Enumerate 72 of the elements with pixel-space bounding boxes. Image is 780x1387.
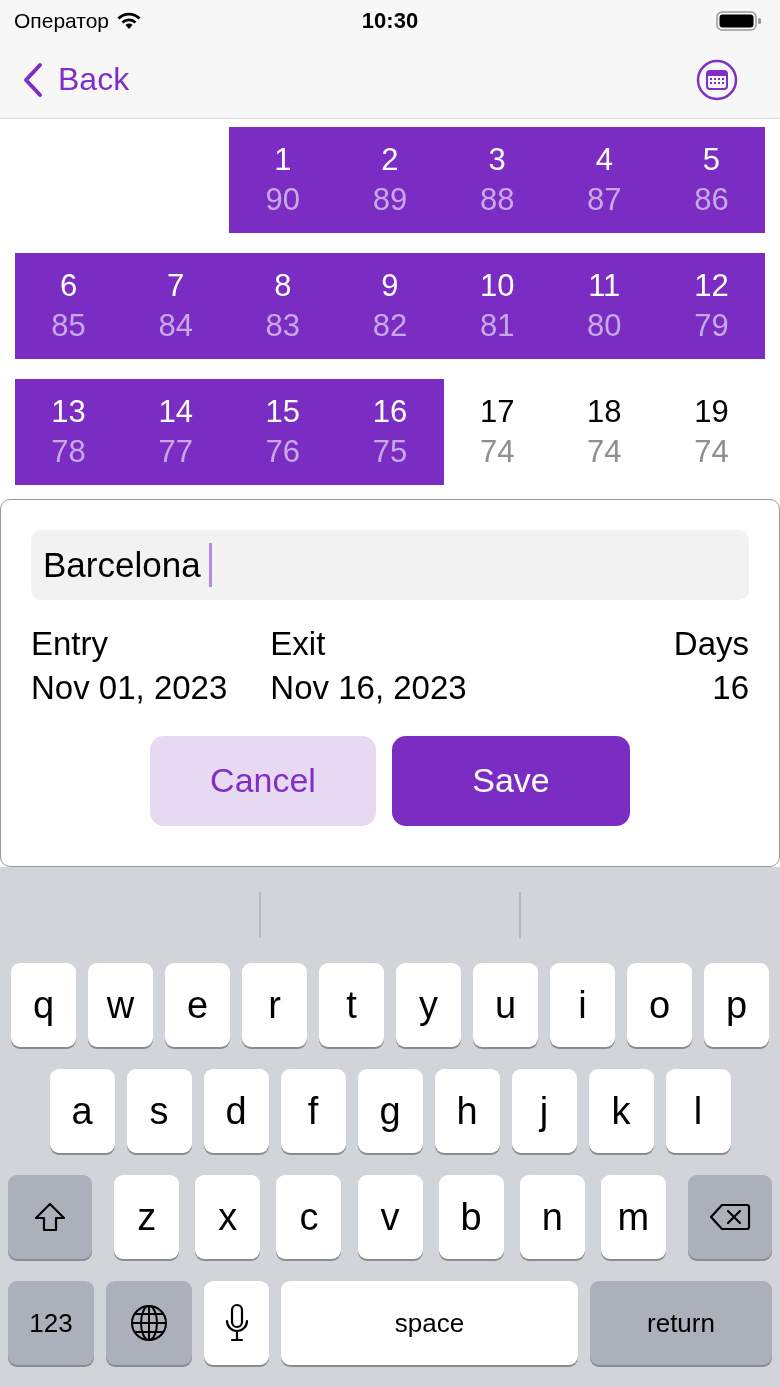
calendar-icon[interactable] bbox=[696, 58, 738, 101]
calendar-day[interactable]: 13 78 bbox=[15, 378, 123, 485]
letter-key[interactable]: o bbox=[627, 963, 692, 1047]
calendar-day[interactable]: 16 75 bbox=[336, 378, 444, 485]
letter-key[interactable]: k bbox=[588, 1069, 654, 1153]
globe-icon bbox=[130, 1304, 168, 1342]
letter-key[interactable]: d bbox=[203, 1069, 269, 1153]
letter-key[interactable]: y bbox=[396, 963, 461, 1047]
calendar-day[interactable]: 1 90 bbox=[229, 126, 337, 233]
delete-key[interactable] bbox=[688, 1175, 772, 1259]
letter-key[interactable]: x bbox=[195, 1175, 261, 1259]
calendar-day[interactable]: 4 87 bbox=[550, 126, 658, 233]
letter-key[interactable]: t bbox=[319, 963, 384, 1047]
letter-key[interactable]: f bbox=[280, 1069, 346, 1153]
carrier-name: Оператор bbox=[14, 8, 110, 33]
letter-key[interactable]: r bbox=[242, 963, 307, 1047]
wifi-icon bbox=[117, 11, 142, 30]
entry-label: Entry bbox=[31, 623, 110, 664]
letter-key[interactable]: h bbox=[434, 1069, 500, 1153]
letter-key[interactable]: q bbox=[11, 963, 76, 1047]
calendar-day[interactable]: 14 77 bbox=[122, 378, 230, 485]
numbers-key[interactable]: 123 bbox=[8, 1281, 94, 1365]
days-label: Days bbox=[673, 623, 749, 664]
shift-key[interactable] bbox=[8, 1175, 92, 1259]
calendar-day[interactable]: 12 79 bbox=[657, 252, 765, 359]
letter-key[interactable]: p bbox=[704, 963, 769, 1047]
delete-icon bbox=[709, 1202, 751, 1232]
calendar-day[interactable]: 19 74 bbox=[657, 378, 765, 485]
letter-key[interactable]: g bbox=[357, 1069, 423, 1153]
days-count: 16 bbox=[712, 667, 749, 708]
calendar-day[interactable]: 6 85 bbox=[15, 252, 123, 359]
letter-key[interactable]: v bbox=[357, 1175, 423, 1259]
letter-key[interactable]: b bbox=[438, 1175, 504, 1259]
letter-key[interactable]: e bbox=[165, 963, 230, 1047]
back-button[interactable]: Back bbox=[22, 61, 130, 99]
shift-icon bbox=[33, 1201, 67, 1233]
place-input-field[interactable]: Barcelona bbox=[31, 529, 749, 600]
calendar-day[interactable]: 11 80 bbox=[550, 252, 658, 359]
exit-date[interactable]: Nov 16, 2023 bbox=[270, 665, 558, 710]
calendar-day[interactable]: 18 74 bbox=[550, 378, 658, 485]
calendar-day[interactable]: 2 89 bbox=[336, 126, 444, 233]
return-key[interactable]: return bbox=[590, 1281, 772, 1365]
calendar-day[interactable]: 3 88 bbox=[443, 126, 551, 233]
calendar-day[interactable]: 7 84 bbox=[122, 252, 230, 359]
calendar-day[interactable]: 8 83 bbox=[229, 252, 337, 359]
cancel-button[interactable]: Cancel bbox=[150, 735, 376, 826]
letter-key[interactable]: z bbox=[114, 1175, 180, 1259]
entry-date[interactable]: Nov 01, 2023 bbox=[31, 665, 271, 710]
microphone-key[interactable] bbox=[204, 1281, 269, 1365]
letter-key[interactable]: l bbox=[665, 1069, 731, 1153]
calendar-day[interactable]: 5 86 bbox=[657, 126, 765, 233]
globe-key[interactable] bbox=[106, 1281, 192, 1365]
calendar-day[interactable]: 9 82 bbox=[336, 252, 444, 359]
microphone-icon bbox=[223, 1303, 250, 1343]
letter-key[interactable]: n bbox=[519, 1175, 585, 1259]
save-button[interactable]: Save bbox=[392, 735, 630, 826]
letter-key[interactable]: w bbox=[88, 963, 153, 1047]
letter-key[interactable]: i bbox=[550, 963, 615, 1047]
letter-key[interactable]: u bbox=[473, 963, 538, 1047]
battery-icon bbox=[716, 10, 762, 31]
exit-label: Exit bbox=[270, 623, 327, 664]
space-key[interactable]: space bbox=[281, 1281, 578, 1365]
calendar-day[interactable]: 10 81 bbox=[443, 252, 551, 359]
calendar-day[interactable]: 15 76 bbox=[229, 378, 337, 485]
letter-key[interactable]: a bbox=[49, 1069, 115, 1153]
clock-time: 10:30 bbox=[360, 7, 420, 34]
chevron-left-icon bbox=[22, 61, 44, 98]
calendar-day[interactable]: 17 74 bbox=[443, 378, 551, 485]
letter-key[interactable]: j bbox=[511, 1069, 577, 1153]
letter-key[interactable]: c bbox=[276, 1175, 342, 1259]
letter-key[interactable]: s bbox=[126, 1069, 192, 1153]
letter-key[interactable]: m bbox=[600, 1175, 666, 1259]
